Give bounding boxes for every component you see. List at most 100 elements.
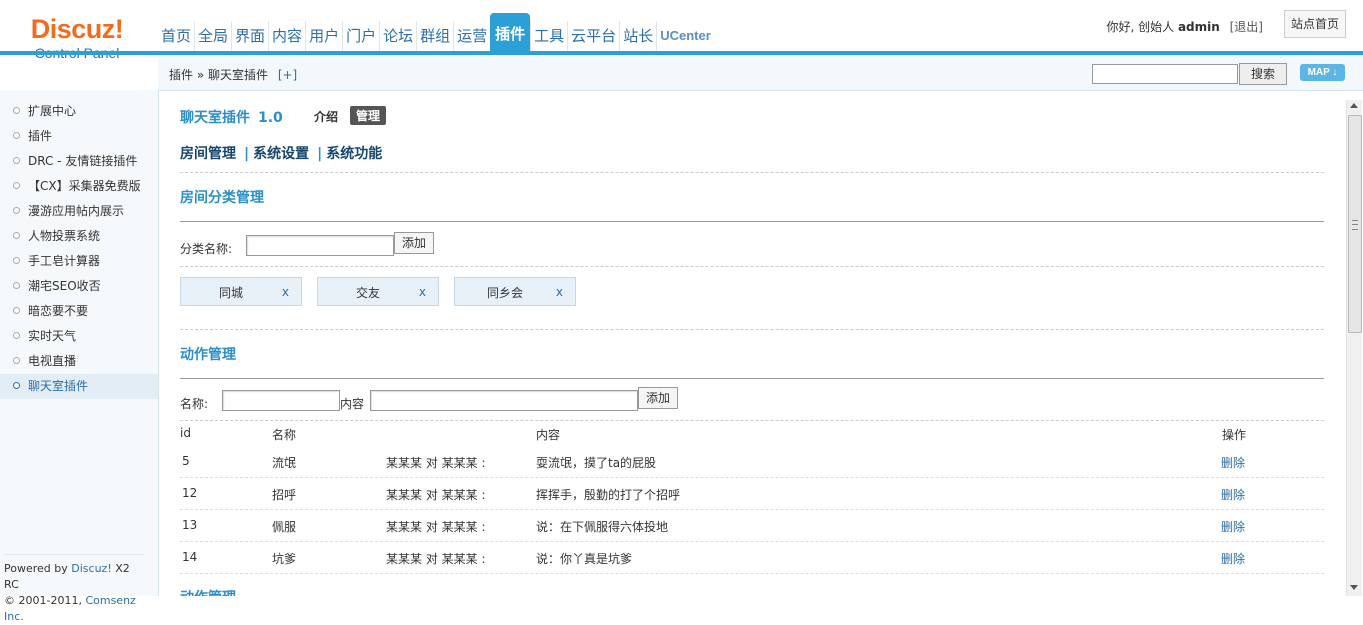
action-name-label: 名称:: [180, 397, 209, 411]
nav-item-style[interactable]: 界面: [231, 21, 268, 51]
scroll-up-icon[interactable]: [1350, 103, 1358, 108]
delete-link[interactable]: 删除: [1221, 486, 1245, 503]
cell-pattern: 某某某 对 某某某 :: [386, 552, 486, 566]
remove-tag-icon[interactable]: x: [282, 285, 289, 299]
nav-item-content[interactable]: 内容: [268, 21, 305, 51]
sidebar-item-soap[interactable]: 手工皂计算器: [0, 249, 158, 274]
search-input[interactable]: [1092, 64, 1238, 84]
tab-manage[interactable]: 管理: [350, 106, 387, 125]
category-tag-name: 同乡会: [486, 286, 523, 300]
sidebar-item-extension-center[interactable]: 扩展中心: [0, 99, 158, 124]
nav-item-plugin[interactable]: 插件: [490, 13, 531, 51]
nav-item-operation[interactable]: 运营: [453, 21, 490, 51]
sidebar: 扩展中心 插件 DRC - 友情链接插件 【CX】采集器免费版 漫游应用帖内展示…: [0, 90, 159, 623]
sidebar-item-crush[interactable]: 暗恋要不要: [0, 299, 158, 324]
bullet-icon: [13, 207, 20, 214]
header: Discuz! Control Panel 首页 全局 界面 内容 用户 门户 …: [0, 0, 1363, 91]
nav-item-user[interactable]: 用户: [305, 21, 342, 51]
cell-content: 说：你丫真是坑爹: [536, 552, 633, 566]
sidebar-item-weather[interactable]: 实时天气: [0, 324, 158, 349]
bullet-icon: [13, 307, 20, 314]
greeting: 你好, 创始人: [1106, 20, 1175, 34]
category-name-input[interactable]: [246, 235, 394, 256]
category-tag[interactable]: 交友 x: [317, 277, 439, 306]
cell-name: 佩服: [272, 520, 297, 534]
discuz-link[interactable]: Discuz!: [71, 562, 111, 575]
sidebar-item-seo[interactable]: 潮宅SEO收否: [0, 274, 158, 299]
main-content: 聊天室插件 1.0 介绍 管理 房间管理 | 系统设置 | 系统功能 房间分类管理 分类名…: [159, 91, 1346, 596]
cell-id: 13: [182, 518, 198, 532]
sidebar-item-plugins[interactable]: 插件: [0, 124, 158, 149]
plugin-version: 1.0: [258, 110, 283, 126]
category-add-button[interactable]: 添加: [394, 232, 434, 254]
plugin-title: 聊天室插件 1.0: [180, 107, 283, 127]
nav-item-home[interactable]: 首页: [158, 21, 194, 51]
action-add-button[interactable]: 添加: [638, 387, 678, 409]
category-name-label: 分类名称:: [180, 242, 233, 256]
col-header-content: 内容: [536, 428, 561, 442]
bullet-icon: [13, 157, 20, 164]
add-shortcut-link[interactable]: [+]: [278, 68, 297, 82]
nav-item-tools[interactable]: 工具: [530, 21, 567, 51]
site-home-button[interactable]: 站点首页: [1284, 10, 1346, 38]
nav-item-admin[interactable]: 站长: [619, 21, 656, 51]
map-button[interactable]: MAP ↓: [1300, 64, 1345, 81]
delete-link[interactable]: 删除: [1221, 550, 1245, 567]
bullet-icon: [13, 382, 20, 389]
table-row: 12 招呼 某某某 对 某某某 : 挥挥手，殷勤的打了个招呼 删除: [180, 478, 1324, 510]
delete-link[interactable]: 删除: [1221, 454, 1245, 471]
col-header-id: id: [180, 426, 191, 440]
action-content-label: 内容: [340, 397, 365, 411]
sidebar-item-vote[interactable]: 人物投票系统: [0, 224, 158, 249]
subnav-system-settings[interactable]: 系统设置: [253, 146, 309, 162]
nav-item-cloud[interactable]: 云平台: [567, 21, 619, 51]
action-content-input[interactable]: [370, 390, 638, 411]
bullet-icon: [13, 182, 20, 189]
cell-content: 挥挥手，殷勤的打了个招呼: [536, 488, 681, 502]
sidebar-item-label: 扩展中心: [28, 104, 77, 118]
divider: [180, 420, 1324, 421]
sidebar-item-manyou[interactable]: 漫游应用帖内展示: [0, 199, 158, 224]
cell-id: 14: [182, 550, 198, 564]
col-header-name: 名称: [272, 428, 297, 442]
tab-intro[interactable]: 介绍: [314, 108, 338, 125]
sidebar-item-chatroom[interactable]: 聊天室插件: [0, 374, 158, 399]
bullet-icon: [13, 332, 20, 339]
subnav-room-manage[interactable]: 房间管理: [180, 146, 236, 162]
divider: [180, 221, 1324, 222]
nav-item-group[interactable]: 群组: [416, 21, 453, 51]
nav-item-forum[interactable]: 论坛: [379, 21, 416, 51]
sidebar-item-drc[interactable]: DRC - 友情链接插件: [0, 149, 158, 174]
nav-item-ucenter[interactable]: UCenter: [656, 21, 714, 51]
delete-link[interactable]: 删除: [1221, 518, 1245, 535]
sidebar-item-label: 实时天气: [28, 329, 77, 343]
divider: [180, 378, 1324, 379]
sidebar-item-label: 漫游应用帖内展示: [28, 204, 125, 218]
powered-prefix: Powered by: [4, 562, 72, 575]
remove-tag-icon[interactable]: x: [419, 285, 426, 299]
vertical-scrollbar[interactable]: [1346, 100, 1362, 596]
divider: [180, 266, 1324, 267]
logout-link[interactable]: [退出]: [1230, 20, 1263, 34]
username: admin: [1177, 20, 1220, 34]
sidebar-item-tv[interactable]: 电视直播: [0, 349, 158, 374]
nav-item-global[interactable]: 全局: [194, 21, 231, 51]
category-tag[interactable]: 同城 x: [180, 277, 302, 306]
sidebar-item-label: 人物投票系统: [28, 229, 101, 243]
remove-tag-icon[interactable]: x: [556, 285, 563, 299]
category-tag[interactable]: 同乡会 x: [454, 277, 576, 306]
nav-item-portal[interactable]: 门户: [342, 21, 379, 51]
scroll-down-icon[interactable]: [1350, 585, 1358, 590]
action-name-input[interactable]: [222, 390, 340, 411]
sidebar-item-label: 暗恋要不要: [28, 304, 89, 318]
cell-content: 说：在下佩服得六体投地: [536, 520, 669, 534]
copyright: © 2001-2011, Comsenz Inc.: [4, 593, 144, 625]
subnav-separator: |: [317, 146, 323, 162]
subnav-separator: |: [244, 146, 250, 162]
scroll-thumb[interactable]: [1348, 115, 1362, 333]
category-tag-name: 交友: [355, 286, 380, 300]
bullet-icon: [13, 357, 20, 364]
search-button[interactable]: 搜索: [1239, 63, 1287, 85]
sidebar-item-cx-collector[interactable]: 【CX】采集器免费版: [0, 174, 158, 199]
subnav-system-functions[interactable]: 系统功能: [326, 146, 382, 162]
